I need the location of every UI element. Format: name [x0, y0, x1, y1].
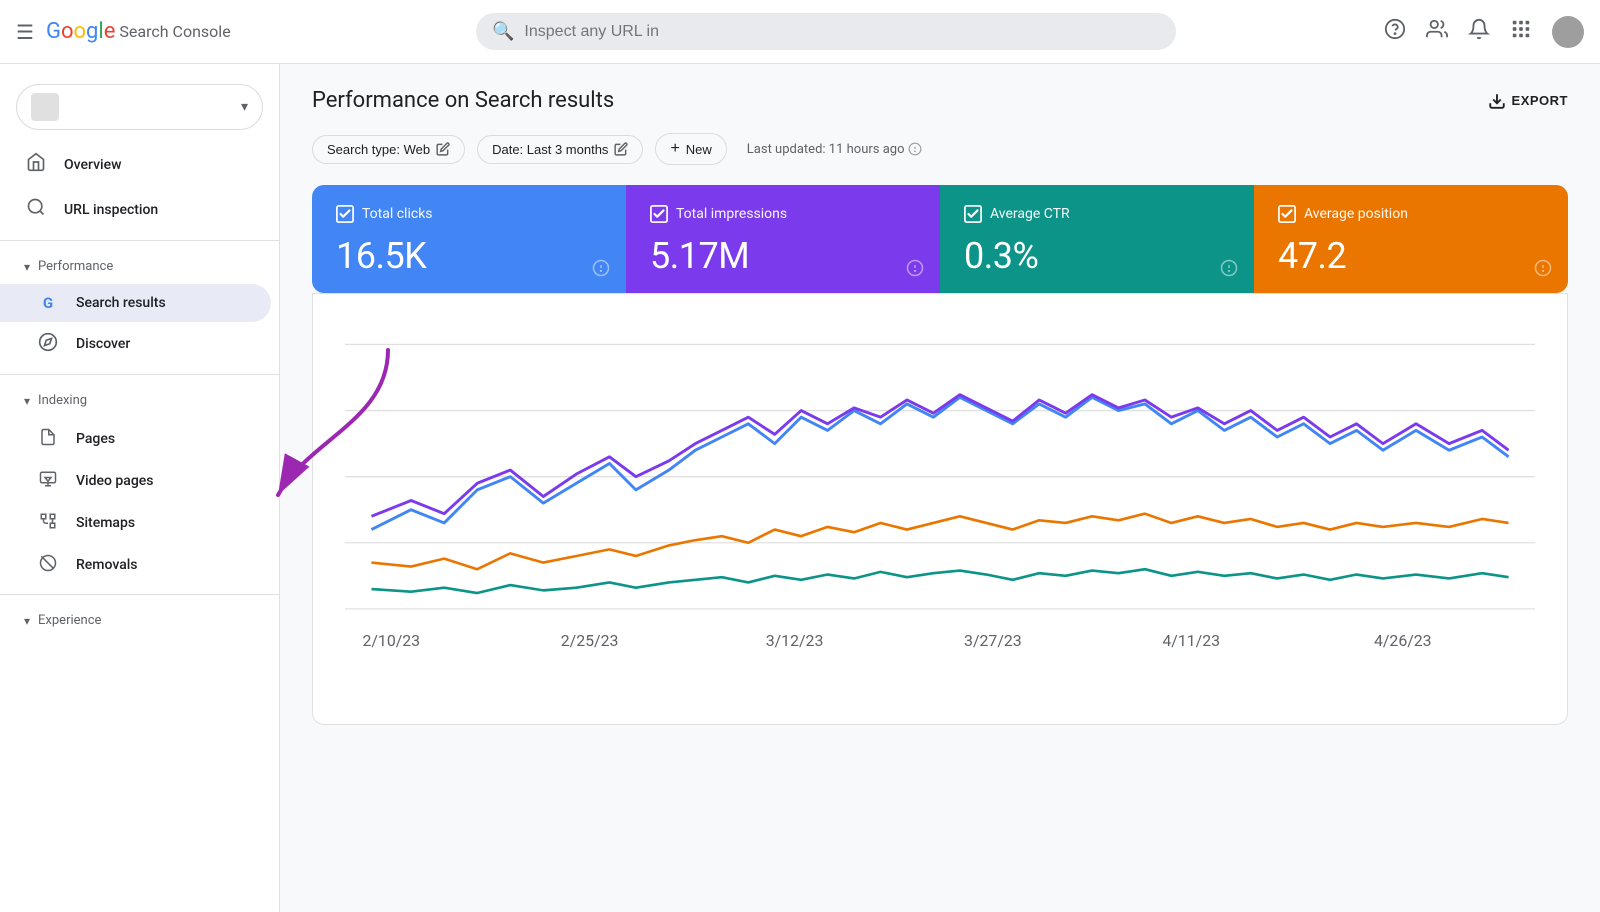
x-label-2: 2/25/23 [561, 631, 619, 650]
logo: Google Search Console [46, 19, 231, 44]
performance-section-header[interactable]: ▾ Performance [0, 249, 279, 284]
total-impressions-help-icon[interactable] [906, 259, 924, 281]
nav-divider-2 [0, 374, 279, 375]
sitemaps-label: Sitemaps [76, 515, 135, 531]
property-selector[interactable]: ▾ [16, 84, 263, 130]
date-range-label: Date: Last 3 months [492, 142, 608, 157]
indexing-section-header[interactable]: ▾ Indexing [0, 383, 279, 418]
removals-label: Removals [76, 557, 138, 573]
sidebar-item-removals[interactable]: Removals [0, 544, 271, 586]
total-impressions-header: Total impressions [650, 205, 916, 223]
export-button[interactable]: EXPORT [1488, 92, 1568, 110]
pages-label: Pages [76, 431, 115, 447]
average-position-help-icon[interactable] [1534, 259, 1552, 281]
hamburger-icon[interactable]: ☰ [16, 20, 34, 44]
sidebar-item-pages[interactable]: Pages [0, 418, 271, 460]
url-inspection-icon [24, 197, 48, 222]
notifications-icon[interactable] [1468, 18, 1490, 45]
overview-label: Overview [64, 157, 121, 173]
average-ctr-value: 0.3% [964, 235, 1230, 277]
new-filter-button[interactable]: + New [655, 133, 726, 165]
home-icon [24, 152, 48, 177]
experience-section-header[interactable]: ▾ Experience [0, 603, 279, 638]
sidebar: ▾ Overview URL inspection ▾ Performance … [0, 64, 280, 912]
url-search-input[interactable] [524, 23, 1160, 41]
x-label-1: 2/10/23 [362, 631, 420, 650]
x-label-3: 3/12/23 [766, 631, 824, 650]
page-title: Performance on Search results [312, 88, 614, 113]
logo-google-text: Google [46, 19, 115, 44]
property-icon [31, 93, 59, 121]
user-avatar[interactable] [1552, 16, 1584, 48]
average-ctr-header: Average CTR [964, 205, 1230, 223]
search-results-label: Search results [76, 295, 166, 311]
total-clicks-card[interactable]: Total clicks 16.5K [312, 185, 626, 293]
header-right [1384, 16, 1584, 48]
video-pages-label: Video pages [76, 473, 153, 489]
apps-grid-icon[interactable] [1510, 18, 1532, 45]
app-header: ☰ Google Search Console 🔍 [0, 0, 1600, 64]
performance-section-label: Performance [38, 259, 113, 274]
total-impressions-label: Total impressions [676, 206, 787, 222]
metric-cards: Total clicks 16.5K Total impressions 5.1… [312, 185, 1568, 293]
discover-label: Discover [76, 336, 130, 352]
x-label-6: 4/26/23 [1374, 631, 1432, 650]
video-pages-icon [36, 470, 60, 492]
pages-icon [36, 428, 60, 450]
average-position-header: Average position [1278, 205, 1544, 223]
removals-icon [36, 554, 60, 576]
indexing-section-label: Indexing [38, 393, 87, 408]
app-layout: ▾ Overview URL inspection ▾ Performance … [0, 0, 1600, 912]
search-type-label: Search type: Web [327, 142, 430, 157]
nav-divider-3 [0, 594, 279, 595]
app-title: Search Console [119, 22, 230, 41]
last-updated: Last updated: 11 hours ago [747, 142, 923, 157]
header-left: ☰ Google Search Console [16, 19, 476, 44]
total-clicks-label: Total clicks [362, 206, 433, 222]
sidebar-item-overview[interactable]: Overview [0, 142, 271, 187]
total-impressions-card[interactable]: Total impressions 5.17M [626, 185, 940, 293]
filter-toolbar: Search type: Web Date: Last 3 months + N… [312, 133, 1568, 165]
x-label-5: 4/11/23 [1162, 631, 1220, 650]
url-search-bar[interactable]: 🔍 [476, 13, 1176, 50]
x-label-4: 3/27/23 [964, 631, 1022, 650]
nav-divider-1 [0, 240, 279, 241]
date-range-filter[interactable]: Date: Last 3 months [477, 135, 643, 164]
sitemaps-icon [36, 512, 60, 534]
manage-users-icon[interactable] [1426, 18, 1448, 45]
average-ctr-help-icon[interactable] [1220, 259, 1238, 281]
main-content: Performance on Search results EXPORT Sea… [280, 64, 1600, 912]
new-filter-label: New [686, 142, 712, 157]
total-clicks-help-icon[interactable] [592, 259, 610, 281]
search-type-filter[interactable]: Search type: Web [312, 135, 465, 164]
search-icon: 🔍 [492, 21, 514, 42]
last-updated-text: Last updated: 11 hours ago [747, 142, 905, 157]
performance-chart: 2/10/23 2/25/23 3/12/23 3/27/23 4/11/23 … [345, 318, 1535, 688]
url-inspection-label: URL inspection [64, 202, 158, 218]
discover-icon [36, 332, 60, 356]
sidebar-item-sitemaps[interactable]: Sitemaps [0, 502, 271, 544]
chart-container: 2/10/23 2/25/23 3/12/23 3/27/23 4/11/23 … [312, 293, 1568, 725]
average-ctr-label: Average CTR [990, 206, 1070, 222]
average-ctr-card[interactable]: Average CTR 0.3% [940, 185, 1254, 293]
total-clicks-header: Total clicks [336, 205, 602, 223]
sidebar-item-discover[interactable]: Discover [0, 322, 271, 366]
experience-section-label: Experience [38, 613, 101, 628]
sidebar-item-url-inspection[interactable]: URL inspection [0, 187, 271, 232]
average-position-value: 47.2 [1278, 235, 1544, 277]
total-clicks-value: 16.5K [336, 235, 602, 277]
export-label: EXPORT [1512, 93, 1568, 108]
sidebar-item-video-pages[interactable]: Video pages [0, 460, 271, 502]
indexing-chevron-icon: ▾ [24, 394, 30, 408]
average-position-label: Average position [1304, 206, 1408, 222]
performance-chevron-icon: ▾ [24, 260, 30, 274]
average-position-card[interactable]: Average position 47.2 [1254, 185, 1568, 293]
total-impressions-value: 5.17M [650, 235, 916, 277]
sidebar-item-search-results[interactable]: G Search results [0, 284, 271, 322]
property-dropdown-icon: ▾ [241, 99, 248, 115]
help-icon[interactable] [1384, 18, 1406, 45]
google-g-icon: G [36, 294, 60, 312]
experience-chevron-icon: ▾ [24, 614, 30, 628]
